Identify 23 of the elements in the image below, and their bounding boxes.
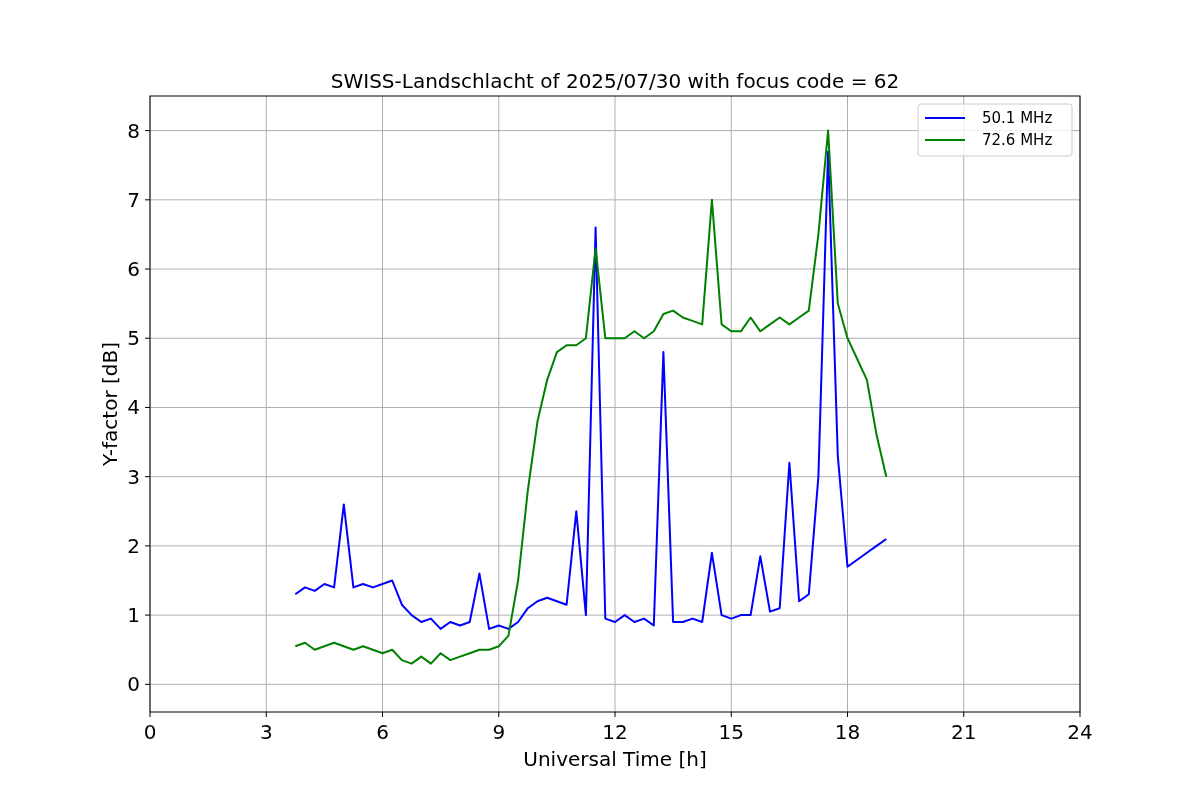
y-tick-label: 7 xyxy=(127,187,140,212)
x-tick-label: 3 xyxy=(259,720,273,744)
x-axis-label: Universal Time [h] xyxy=(523,747,707,771)
y-tick-label: 1 xyxy=(127,603,140,628)
y-tick-label: 2 xyxy=(127,533,140,558)
y-tick-label: 6 xyxy=(127,257,140,282)
x-tick-label: 15 xyxy=(718,720,744,744)
x-tick-label: 18 xyxy=(834,720,861,744)
y-tick-label: 5 xyxy=(127,326,140,351)
y-tick-label: 0 xyxy=(127,672,140,697)
x-tick-label: 21 xyxy=(951,720,977,744)
chart-title: SWISS-Landschlacht of 2025/07/30 with focus code = 62 xyxy=(330,69,900,93)
x-tick-label: 24 xyxy=(1067,720,1093,744)
y-tick-label: 3 xyxy=(127,464,140,489)
y-tick-label: 4 xyxy=(127,395,140,420)
x-tick-label: 9 xyxy=(492,720,506,744)
x-tick-label: 12 xyxy=(602,720,628,744)
x-tick-label: 6 xyxy=(376,720,389,744)
y-axis-label: Y-factor [dB] xyxy=(98,342,122,466)
y-tick-label: 8 xyxy=(127,118,140,143)
legend-label: 72.6 MHz xyxy=(982,131,1053,149)
x-tick-label: 0 xyxy=(143,720,157,744)
legend-label: 50.1 MHz xyxy=(982,109,1053,127)
